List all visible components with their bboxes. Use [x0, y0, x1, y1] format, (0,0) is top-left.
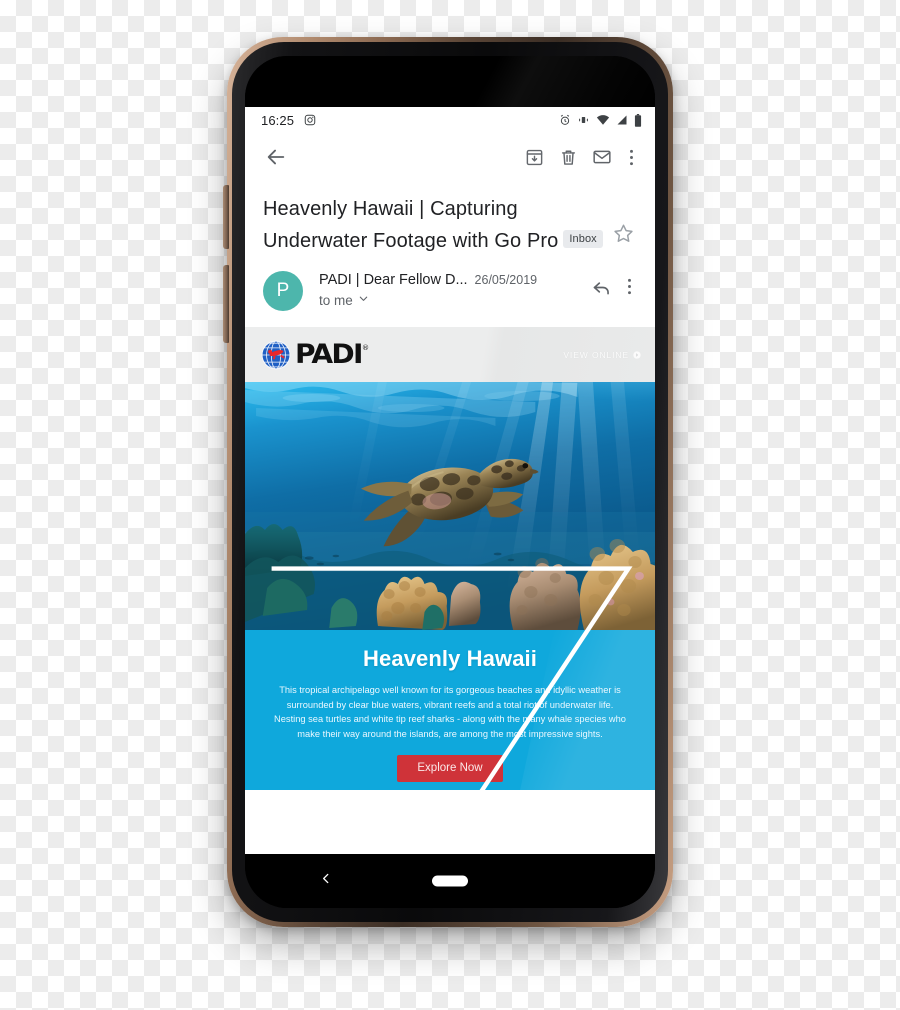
- status-bar: 16:25: [245, 107, 655, 133]
- instagram-icon: [304, 114, 316, 126]
- back-button[interactable]: [259, 140, 293, 174]
- star-button[interactable]: [613, 193, 639, 257]
- wifi-icon: [596, 115, 610, 125]
- status-bar-notification-icons: [304, 114, 316, 126]
- sender-details: PADI | Dear Fellow D... 26/05/2019 to me: [303, 271, 587, 309]
- volume-button[interactable]: [223, 185, 229, 249]
- nav-back-button[interactable]: [319, 869, 333, 894]
- archive-button[interactable]: [517, 140, 551, 174]
- newsletter-body: PADI® VIEW ONLINE Heavenly Hawaii This t…: [245, 327, 655, 841]
- padi-header-banner: PADI® VIEW ONLINE: [245, 327, 655, 382]
- underwater-scene-illustration: [245, 382, 655, 630]
- view-online-link[interactable]: VIEW ONLINE: [563, 350, 641, 360]
- recipient-line[interactable]: to me: [319, 291, 587, 309]
- padi-logo: PADI®: [261, 339, 369, 370]
- email-subject-block: Heavenly Hawaii | Capturing Underwater F…: [245, 181, 655, 257]
- trash-icon: [561, 150, 575, 165]
- reply-button[interactable]: [587, 271, 615, 298]
- chevron-left-icon: [323, 873, 329, 884]
- delete-button[interactable]: [551, 140, 585, 174]
- status-bar-clock: 16:25: [261, 112, 295, 128]
- reply-arrow-icon: [593, 282, 609, 295]
- alarm-icon: [560, 114, 570, 125]
- padi-globe-icon: [261, 340, 291, 369]
- padi-wordmark: PADI®: [295, 339, 369, 370]
- circle-arrow-icon: [633, 350, 641, 359]
- cta-wrapper: Explore Now: [267, 755, 633, 782]
- inbox-label-chip[interactable]: Inbox: [563, 230, 603, 248]
- hero-image: [245, 382, 655, 630]
- envelope-icon: [593, 150, 611, 164]
- sender-row[interactable]: P PADI | Dear Fellow D... 26/05/2019 to …: [245, 257, 655, 327]
- signal-icon: [617, 115, 627, 125]
- phone-device-frame: 16:25 Heavenly Hawaii | Capturing Underw…: [223, 37, 673, 927]
- mark-unread-button[interactable]: [585, 140, 619, 174]
- more-vertical-icon: [629, 149, 633, 165]
- android-display: 16:25 Heavenly Hawaii | Capturing Underw…: [245, 107, 655, 854]
- view-online-label: VIEW ONLINE: [563, 349, 629, 360]
- email-date: 26/05/2019: [474, 273, 538, 287]
- vibrate-icon: [579, 117, 588, 123]
- message-overflow-button[interactable]: [615, 271, 643, 296]
- screen-top-black-area: [245, 56, 655, 107]
- recipient-label: to me: [319, 292, 353, 308]
- newsletter-body-text: This tropical archipelago well known for…: [274, 685, 626, 739]
- star-icon: [614, 224, 633, 242]
- screenshot-stage: 16:25 Heavenly Hawaii | Capturing Underw…: [0, 0, 900, 1010]
- newsletter-content-panel: Heavenly Hawaii This tropical archipelag…: [245, 630, 655, 790]
- newsletter-headline: Heavenly Hawaii: [363, 646, 537, 671]
- sender-name: PADI | Dear Fellow D...: [319, 272, 468, 288]
- back-arrow-icon: [267, 149, 285, 165]
- avatar: P: [263, 271, 303, 311]
- padi-wordmark-text: PADI: [295, 339, 364, 370]
- android-navigation-bar: [245, 854, 655, 908]
- archive-icon: [526, 149, 542, 165]
- status-bar-system-icons: [559, 113, 642, 127]
- phone-bezel: 16:25 Heavenly Hawaii | Capturing Underw…: [232, 42, 668, 922]
- email-subject: Heavenly Hawaii | Capturing Underwater F…: [263, 193, 613, 257]
- sender-name-line: PADI | Dear Fellow D... 26/05/2019: [319, 272, 587, 288]
- power-button[interactable]: [223, 265, 229, 343]
- registered-trademark: ®: [361, 344, 370, 352]
- email-subject-text: Heavenly Hawaii | Capturing Underwater F…: [263, 198, 559, 252]
- battery-icon: [634, 113, 642, 127]
- home-pill-indicator[interactable]: [432, 875, 468, 887]
- explore-now-button[interactable]: Explore Now: [397, 755, 503, 782]
- toolbar-overflow-button[interactable]: [619, 140, 643, 174]
- chevron-down-icon: [358, 291, 369, 309]
- more-vertical-icon: [627, 278, 631, 295]
- gmail-toolbar: [245, 133, 655, 181]
- phone-screen: 16:25 Heavenly Hawaii | Capturing Underw…: [245, 56, 655, 908]
